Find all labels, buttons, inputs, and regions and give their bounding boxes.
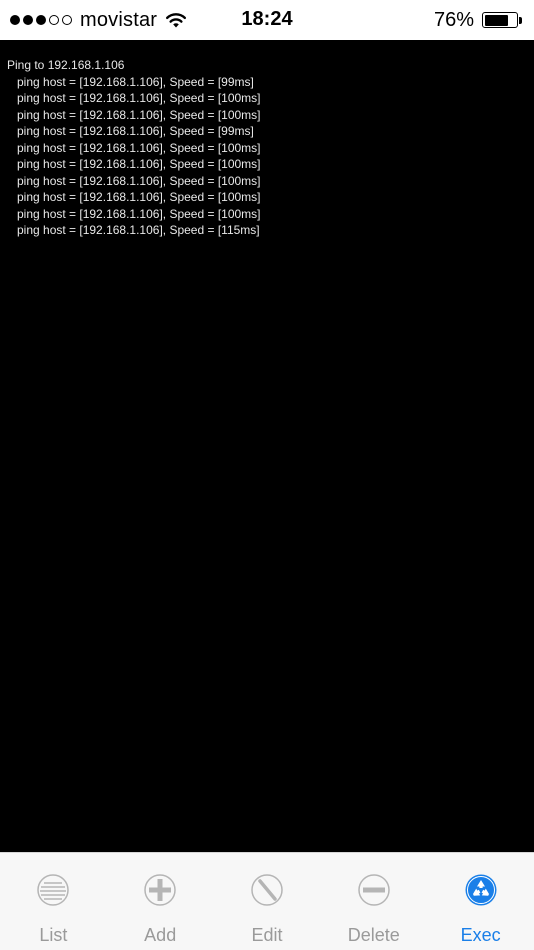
tab-edit[interactable]: Edit [214, 853, 321, 950]
tab-bar: List Add Edit Delete Exec [0, 852, 534, 950]
console-line: ping host = [192.168.1.106], Speed = [10… [17, 91, 261, 105]
console-line: ping host = [192.168.1.106], Speed = [99… [17, 74, 254, 89]
status-right: 76% [434, 8, 522, 32]
console-title: Ping to 192.168.1.106 [7, 58, 125, 72]
battery-level-fill [484, 14, 509, 26]
console-line: ping host = [192.168.1.106], Speed = [10… [17, 107, 261, 122]
tab-label: Exec [460, 925, 501, 945]
console-line: ping host = [192.168.1.106], Speed = [10… [17, 157, 261, 171]
battery-percentage: 76% [433, 8, 474, 31]
console-output[interactable]: Ping to 192.168.1.106 ping host = [192.1… [0, 40, 534, 852]
tab-add[interactable]: Add [107, 853, 214, 950]
add-icon [144, 874, 176, 906]
tab-label: List [39, 925, 68, 945]
app-screen: movistar 18:24 76% Ping to 192.168.1.106… [0, 0, 534, 950]
recycle-icon [465, 874, 497, 906]
status-bar: movistar 18:24 76% [0, 0, 534, 40]
edit-icon [251, 874, 283, 906]
battery-nub [519, 16, 522, 24]
console-line: ping host = [192.168.1.106], Speed = [10… [17, 190, 261, 204]
console-line: ping host = [192.168.1.106], Speed = [10… [17, 173, 261, 188]
console-line: ping host = [192.168.1.106], Speed = [11… [17, 223, 260, 237]
delete-icon [358, 874, 390, 906]
battery-icon [482, 12, 518, 28]
list-icon [37, 874, 70, 906]
tab-label: Edit [251, 925, 283, 945]
console-line: ping host = [192.168.1.106], Speed = [10… [17, 140, 261, 155]
tab-delete[interactable]: Delete [320, 853, 427, 950]
tab-label: Delete [347, 925, 400, 945]
console-line: ping host = [192.168.1.106], Speed = [10… [17, 206, 261, 221]
tab-exec[interactable]: Exec [427, 853, 534, 950]
console-line: ping host = [192.168.1.106], Speed = [99… [17, 124, 254, 138]
tab-label: Add [144, 925, 177, 945]
tab-list[interactable]: List [0, 853, 107, 950]
